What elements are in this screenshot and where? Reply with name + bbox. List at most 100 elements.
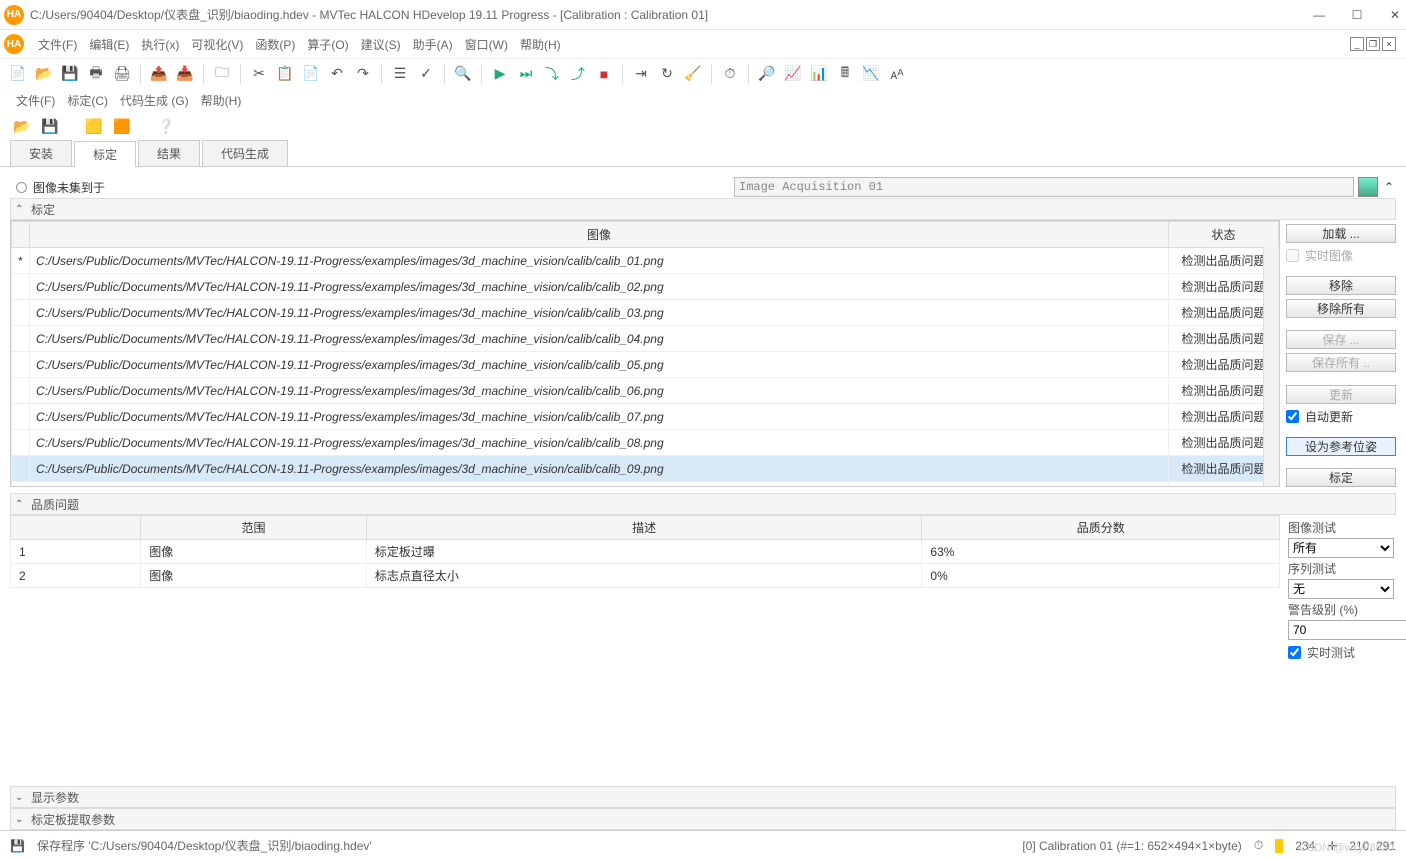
remove-button[interactable]: 移除 <box>1286 276 1396 295</box>
save-calib-icon[interactable]: 💾 <box>38 114 62 138</box>
submenu-1[interactable]: 标定(C) <box>61 92 114 110</box>
table-row[interactable]: C:/Users/Public/Documents/MVTec/HALCON-1… <box>12 326 1279 352</box>
set-reference-button[interactable]: 设为参考位姿 <box>1286 437 1396 456</box>
col-status[interactable]: 状态 <box>1169 222 1279 248</box>
maximize-icon[interactable]: ☐ <box>1350 8 1364 22</box>
connect-icon[interactable] <box>1358 177 1378 197</box>
table-row[interactable]: C:/Users/Public/Documents/MVTec/HALCON-1… <box>12 300 1279 326</box>
col-scope[interactable]: 范围 <box>141 516 367 540</box>
warn-level-spinner[interactable]: ▲▼ <box>1288 620 1394 640</box>
table-row[interactable]: C:/Users/Public/Documents/MVTec/HALCON-1… <box>12 404 1279 430</box>
stepin-icon[interactable]: ⤵ <box>540 62 564 86</box>
close-icon[interactable]: ✕ <box>1388 8 1402 22</box>
table-row[interactable]: C:/Users/Public/Documents/MVTec/HALCON-1… <box>12 430 1279 456</box>
chart1-icon[interactable]: 📈 <box>781 62 805 86</box>
remove-all-button[interactable]: 移除所有 <box>1286 299 1396 318</box>
check-icon[interactable]: ✓ <box>414 62 438 86</box>
table-row[interactable]: *C:/Users/Public/Documents/MVTec/HALCON-… <box>12 248 1279 274</box>
radio-icon[interactable] <box>16 182 27 193</box>
save-button[interactable]: 保存 ... <box>1286 330 1396 349</box>
find-icon[interactable]: 🔍 <box>451 62 475 86</box>
tab-2[interactable]: 结果 <box>138 140 200 166</box>
mdi-close-icon[interactable]: × <box>1382 37 1396 51</box>
submenu-0[interactable]: 文件(F) <box>10 92 61 110</box>
save-icon[interactable]: 💾 <box>58 62 82 86</box>
runto-icon[interactable]: ⇥ <box>629 62 653 86</box>
menu-0[interactable]: 文件(F) <box>32 36 83 54</box>
menu-4[interactable]: 函数(P) <box>249 36 301 54</box>
open-calib-icon[interactable]: 📂 <box>10 114 34 138</box>
calibrate-button[interactable]: 标定 <box>1286 468 1396 487</box>
hist-icon[interactable]: 📉 <box>859 62 883 86</box>
mdi-minimize-icon[interactable]: _ <box>1350 37 1364 51</box>
submenu-3[interactable]: 帮助(H) <box>195 92 248 110</box>
load-button[interactable]: 加载 ... <box>1286 224 1396 243</box>
run-icon[interactable]: ▶ <box>488 62 512 86</box>
cfg2-icon[interactable]: 🟧 <box>110 114 134 138</box>
menu-7[interactable]: 助手(A) <box>407 36 459 54</box>
table-row[interactable]: C:/Users/Public/Documents/MVTec/HALCON-1… <box>12 456 1279 482</box>
open-icon[interactable]: 📂 <box>32 62 56 86</box>
cfg1-icon[interactable]: 🟨 <box>82 114 106 138</box>
tab-0[interactable]: 安装 <box>10 140 72 166</box>
image-acq-input[interactable] <box>734 177 1354 197</box>
folder-icon[interactable]: 🗀 <box>210 62 234 86</box>
table-row[interactable]: C:/Users/Public/Documents/MVTec/HALCON-1… <box>12 378 1279 404</box>
clean-icon[interactable]: 🧹 <box>681 62 705 86</box>
calib-image-table[interactable]: 图像 状态 *C:/Users/Public/Documents/MVTec/H… <box>10 220 1280 487</box>
display-params-header[interactable]: ⌄ 显示参数 <box>10 786 1396 808</box>
tab-1[interactable]: 标定 <box>74 141 136 167</box>
seq-test-select[interactable]: 无 <box>1288 579 1394 599</box>
chart2-icon[interactable]: 📊 <box>807 62 831 86</box>
auto-update-checkbox[interactable]: 自动更新 <box>1286 408 1396 425</box>
image-test-select[interactable]: 所有 <box>1288 538 1394 558</box>
reset-icon[interactable]: ↻ <box>655 62 679 86</box>
zoom-icon[interactable]: 🔎 <box>755 62 779 86</box>
table-row[interactable]: C:/Users/Public/Documents/MVTec/HALCON-1… <box>12 274 1279 300</box>
quality-row[interactable]: 1图像标定板过曝63% <box>11 540 1280 564</box>
new-icon[interactable]: 📄 <box>6 62 30 86</box>
table-row[interactable]: C:/Users/Public/Documents/MVTec/HALCON-1… <box>12 352 1279 378</box>
timer-icon[interactable]: ⏱ <box>718 62 742 86</box>
scrollbar[interactable] <box>1263 247 1279 486</box>
paste-icon[interactable]: 📄 <box>299 62 323 86</box>
copy-icon[interactable]: 📋 <box>273 62 297 86</box>
menu-3[interactable]: 可视化(V) <box>185 36 249 54</box>
update-button[interactable]: 更新 <box>1286 385 1396 404</box>
col-image[interactable]: 图像 <box>30 222 1169 248</box>
save-all-button[interactable]: 保存所有 .. <box>1286 353 1396 372</box>
minimize-icon[interactable]: — <box>1312 8 1326 22</box>
import-icon[interactable]: 📥 <box>173 62 197 86</box>
submenu-2[interactable]: 代码生成 (G) <box>114 92 195 110</box>
step-icon[interactable]: ⏭ <box>514 62 538 86</box>
export-icon[interactable]: 📤 <box>147 62 171 86</box>
print-icon[interactable]: 🖨 <box>110 62 134 86</box>
calib-section-header[interactable]: ⌃ 标定 <box>10 198 1396 220</box>
calc-icon[interactable]: 🖩 <box>833 62 857 86</box>
list-icon[interactable]: ☰ <box>388 62 412 86</box>
expand-all-icon[interactable]: ⌃ <box>1382 180 1396 194</box>
match-icon[interactable]: ᴀᴬ <box>885 62 909 86</box>
undo-icon[interactable]: ↶ <box>325 62 349 86</box>
tab-3[interactable]: 代码生成 <box>202 140 288 166</box>
cut-icon[interactable]: ✂ <box>247 62 271 86</box>
help-icon[interactable]: ❔ <box>154 114 178 138</box>
menu-1[interactable]: 编辑(E) <box>83 36 135 54</box>
quality-row[interactable]: 2图像标志点直径太小0% <box>11 564 1280 588</box>
saveall-icon[interactable]: 🖶 <box>84 62 108 86</box>
stop-icon[interactable]: ■ <box>592 62 616 86</box>
stepout-icon[interactable]: ⤴ <box>566 62 590 86</box>
menu-5[interactable]: 算子(O) <box>301 36 354 54</box>
col-score[interactable]: 品质分数 <box>922 516 1280 540</box>
realtime-test-checkbox[interactable]: 实时测试 <box>1288 642 1394 662</box>
table-row[interactable]: C:/Users/Public/Documents/MVTec/HALCON-1… <box>12 482 1279 488</box>
redo-icon[interactable]: ↷ <box>351 62 375 86</box>
menu-6[interactable]: 建议(S) <box>355 36 407 54</box>
realtime-image-checkbox[interactable]: 实时图像 <box>1286 247 1396 264</box>
menu-8[interactable]: 窗口(W) <box>459 36 514 54</box>
mdi-restore-icon[interactable]: ❐ <box>1366 37 1380 51</box>
extract-params-header[interactable]: ⌄ 标定板提取参数 <box>10 808 1396 830</box>
menu-9[interactable]: 帮助(H) <box>514 36 567 54</box>
quality-section-header[interactable]: ⌃ 品质问题 <box>10 493 1396 515</box>
menu-2[interactable]: 执行(x) <box>135 36 185 54</box>
